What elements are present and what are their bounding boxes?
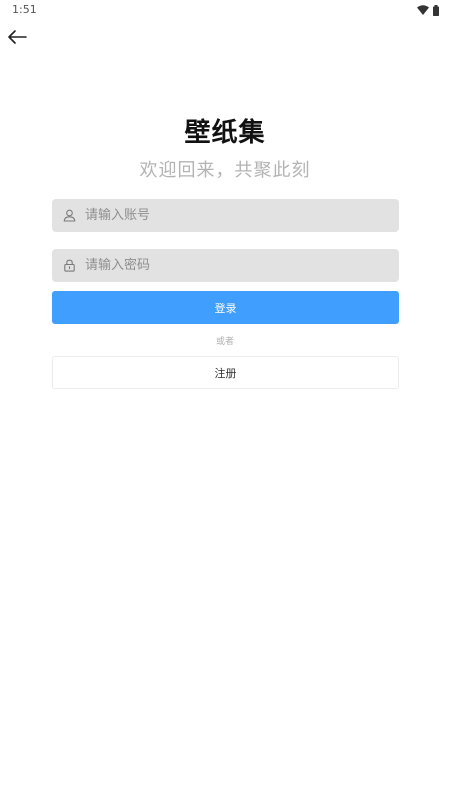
- login-button[interactable]: 登录: [52, 291, 399, 324]
- account-input[interactable]: [85, 200, 375, 231]
- register-button[interactable]: 注册: [52, 356, 399, 389]
- battery-icon: [433, 4, 439, 16]
- user-icon: [62, 209, 76, 223]
- password-field[interactable]: [52, 249, 399, 282]
- or-divider-text: 或者: [215, 337, 234, 347]
- password-input[interactable]: [85, 250, 375, 281]
- app-subtitle: 欢迎回来，共聚此刻: [139, 160, 311, 181]
- status-bar: 1:51: [0, 0, 450, 20]
- back-button[interactable]: [6, 28, 28, 50]
- status-icons: [417, 4, 439, 16]
- wifi-icon: [417, 5, 429, 15]
- app-title: 壁纸集: [184, 118, 266, 148]
- lock-icon: [62, 259, 76, 273]
- status-time: 1:51: [12, 3, 37, 16]
- login-screen: 1:51 壁纸集 欢迎回来，共聚此刻 请输入账号 登录 或者 注册: [0, 0, 450, 801]
- account-field[interactable]: [52, 199, 399, 232]
- arrow-left-icon: [7, 29, 27, 49]
